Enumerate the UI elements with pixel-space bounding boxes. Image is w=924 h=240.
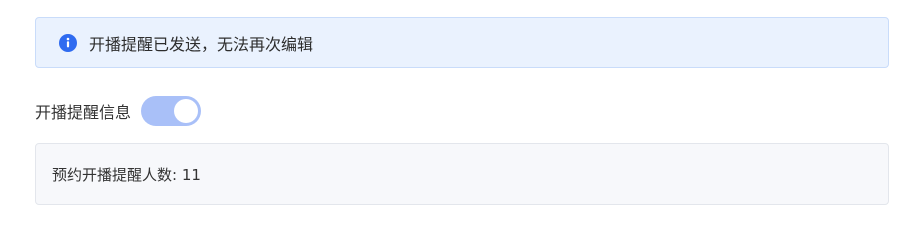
info-icon	[59, 33, 77, 52]
info-alert: 开播提醒已发送，无法再次编辑	[35, 17, 889, 68]
switch-knob	[174, 99, 199, 123]
alert-message: 开播提醒已发送，无法再次编辑	[89, 34, 314, 54]
reservation-count-text: 预约开播提醒人数: 11	[52, 165, 201, 184]
reservation-count-box: 预约开播提醒人数: 11	[35, 143, 889, 205]
reminder-toggle-row: 开播提醒信息	[35, 96, 202, 126]
reminder-toggle-label: 开播提醒信息	[35, 103, 132, 122]
reminder-switch[interactable]	[141, 96, 202, 126]
